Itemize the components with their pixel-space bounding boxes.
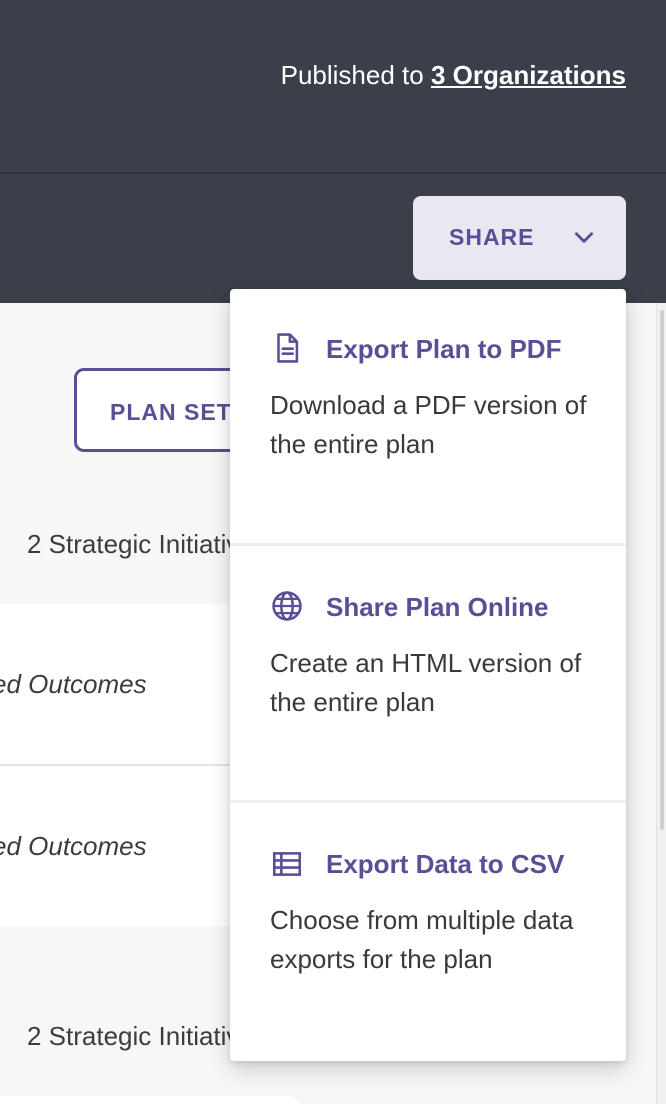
organizations-link[interactable]: 3 Organizations [431, 60, 626, 90]
menu-item-title: Export Data to CSV [326, 849, 565, 879]
outcomes-label: ed Outcomes [0, 831, 147, 861]
menu-item-export-csv[interactable]: Export Data to CSV Choose from multiple … [230, 803, 626, 1061]
share-button-label: SHARE [449, 224, 535, 250]
published-prefix: Published to [280, 60, 424, 90]
menu-item-description: Choose from multiple data exports for th… [270, 905, 574, 974]
outcomes-label: ed Outcomes [0, 669, 147, 699]
menu-item-description: Create an HTML version of the entire pla… [270, 648, 582, 717]
published-status: Published to 3 Organizations [281, 60, 626, 91]
document-icon [277, 333, 299, 363]
menu-item-title: Export Plan to PDF [326, 334, 562, 364]
chevron-down-icon [575, 232, 593, 243]
menu-item-share-online[interactable]: Share Plan Online Create an HTML version… [230, 546, 626, 800]
globe-icon [272, 591, 302, 621]
scrollbar-thumb[interactable] [660, 310, 664, 830]
table-icon [272, 852, 302, 876]
menu-item-title: Share Plan Online [326, 592, 549, 622]
menu-item-export-pdf[interactable]: Export Plan to PDF Download a PDF versio… [230, 289, 626, 543]
top-header: Published to 3 Organizations [0, 0, 666, 172]
share-button[interactable]: SHARE [413, 196, 626, 280]
menu-item-description: Download a PDF version of the entire pla… [270, 390, 587, 459]
share-menu: Export Plan to PDF Download a PDF versio… [230, 289, 626, 1061]
outcome-card[interactable] [0, 1096, 300, 1104]
